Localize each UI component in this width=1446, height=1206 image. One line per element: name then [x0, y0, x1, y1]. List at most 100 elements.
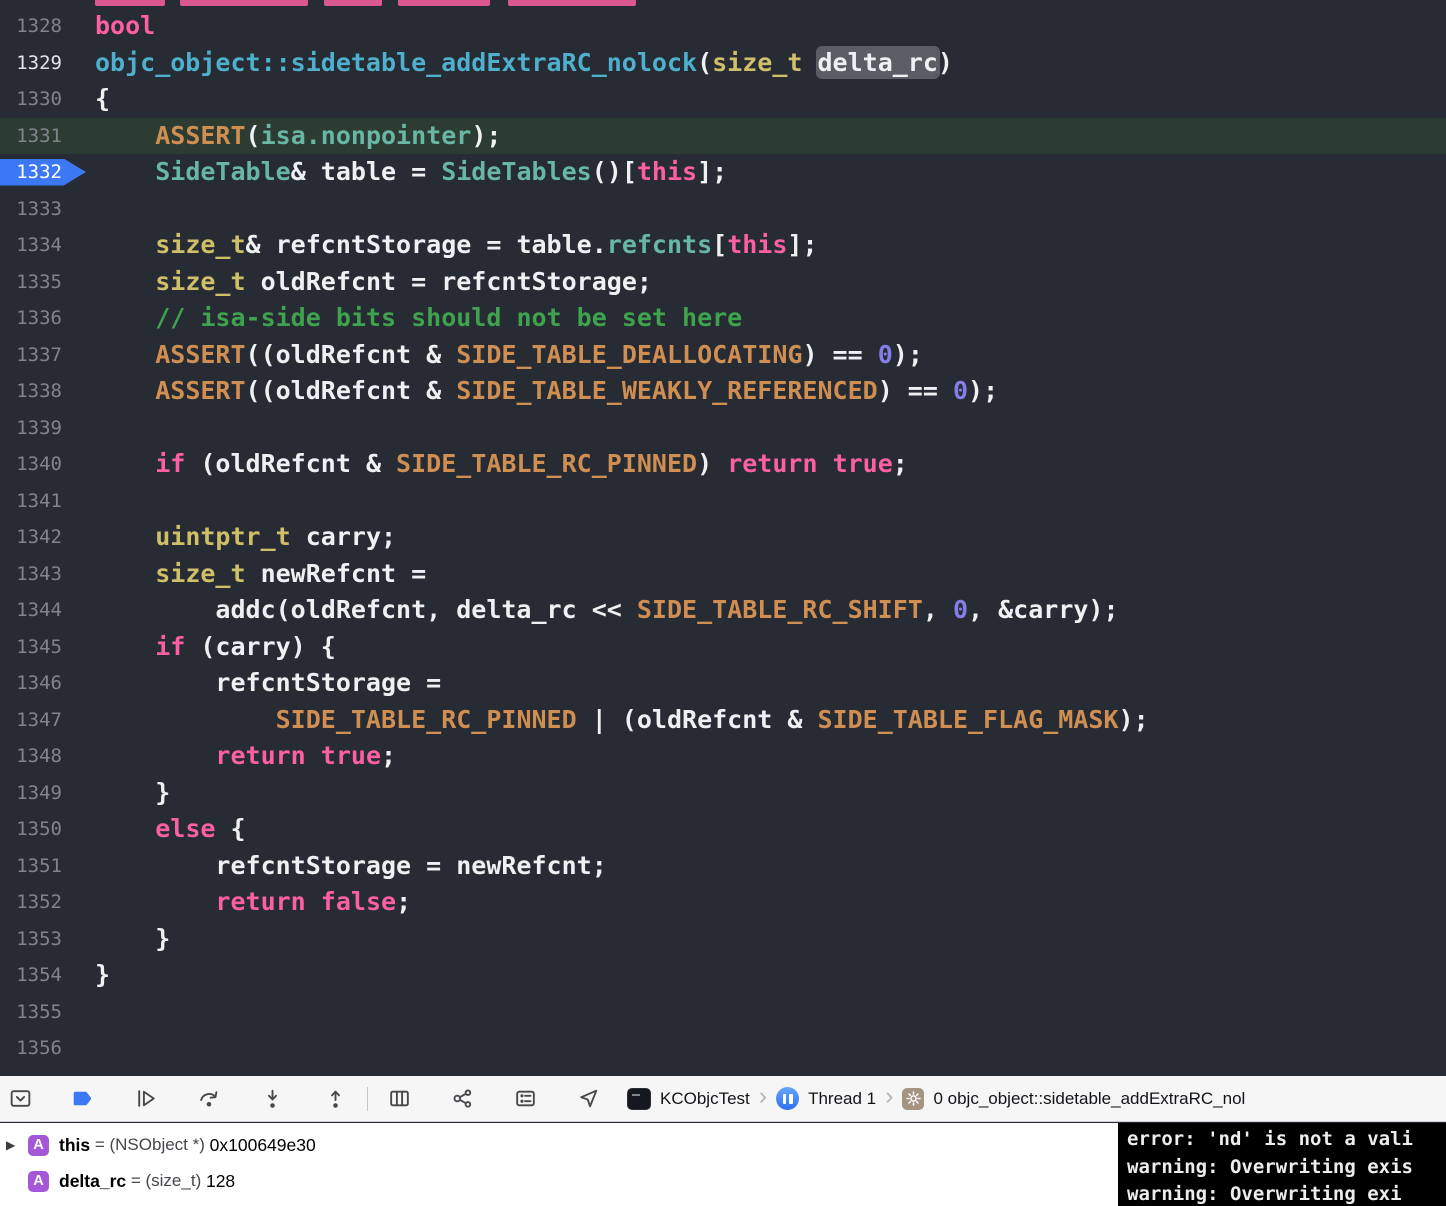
code-line[interactable]: 1330 { — [0, 81, 1446, 118]
line-number[interactable]: 1332 — [0, 154, 62, 191]
simulate-location-icon[interactable] — [576, 1086, 601, 1111]
stack-frame-name[interactable]: 0 objc_object::sidetable_addExtraRC_nol — [933, 1089, 1446, 1109]
code-text: addc(oldRefcnt, delta_rc << SIDE_TABLE_R… — [95, 595, 1119, 624]
line-number[interactable]: 1351 — [0, 848, 62, 885]
code-text: if (carry) { — [155, 631, 336, 661]
code-text: else { — [155, 814, 246, 843]
code-line[interactable]: 1336 // isa-side bits should not be set … — [0, 300, 1446, 337]
line-number[interactable]: 1336 — [0, 300, 62, 337]
code-line[interactable]: 1329 objc_object::sidetable_addExtraRC_no… — [0, 45, 1446, 82]
code-line[interactable]: 1338 ASSERT((oldRefcnt & SIDE_TABLE_WEAK… — [0, 373, 1446, 410]
line-number[interactable]: 1352 — [0, 884, 62, 921]
hide-debug-area-icon[interactable] — [8, 1086, 33, 1111]
code-lines: 1328 bool 1329 objc_object::sidetable_addEx… — [0, 8, 1446, 1067]
code-text: objc_object::sidetable_addExtraRC_nolock… — [95, 47, 953, 77]
line-number[interactable]: 1339 — [0, 410, 62, 447]
thread-name[interactable]: Thread 1 — [808, 1089, 876, 1109]
code-text: refcntStorage = — [95, 668, 442, 697]
line-number[interactable]: 1334 — [0, 227, 62, 264]
code-text: if (oldRefcnt & SIDE_TABLE_RC_PINNED) re… — [155, 449, 908, 478]
stack-frame-icon[interactable] — [902, 1087, 925, 1110]
process-name[interactable]: KCObjcTest — [660, 1089, 750, 1109]
code-line[interactable]: 1351 refcntStorage = newRefcnt; — [0, 848, 1446, 885]
code-line[interactable]: 1344 addc(oldRefcnt, delta_rc << SIDE_TA… — [0, 592, 1446, 629]
line-number[interactable]: 1338 — [0, 373, 62, 410]
line-number[interactable]: 1330 — [0, 81, 62, 118]
code-line[interactable]: 1356 — [0, 1030, 1446, 1067]
clipped-line-remnant — [398, 0, 490, 6]
line-number[interactable]: 1328 — [0, 8, 62, 45]
line-number[interactable]: 1353 — [0, 921, 62, 958]
variable-row[interactable]: ▶Adelta_rc = (size_t) 128 — [0, 1163, 1118, 1199]
code-line[interactable]: 1343 size_t newRefcnt = — [0, 556, 1446, 593]
line-number[interactable]: 1345 — [0, 629, 62, 666]
code-line[interactable]: 1348 return true; — [0, 738, 1446, 775]
code-line[interactable]: 1354} — [0, 957, 1446, 994]
console-line: warning: Overwriting exis — [1127, 1155, 1413, 1178]
code-line[interactable]: 1350 else { — [0, 811, 1446, 848]
line-number[interactable]: 1356 — [0, 1030, 62, 1067]
debug-toolbar: KCObjcTest › Thread 1 › 0 objc_object::s… — [0, 1076, 1446, 1122]
line-number[interactable]: 1333 — [0, 191, 62, 228]
line-number[interactable]: 1337 — [0, 337, 62, 374]
code-line[interactable]: 1334 size_t& refcntStorage = table.refcn… — [0, 227, 1446, 264]
code-line[interactable]: 1342 uintptr_t carry; — [0, 519, 1446, 556]
code-line[interactable]: 1340 if (oldRefcnt & SIDE_TABLE_RC_PINNE… — [0, 446, 1446, 483]
line-number[interactable]: 1335 — [0, 264, 62, 301]
thread-icon[interactable] — [776, 1087, 800, 1110]
line-number[interactable]: 1347 — [0, 702, 62, 739]
line-number[interactable]: 1348 — [0, 738, 62, 775]
code-line[interactable]: 1337 ASSERT((oldRefcnt & SIDE_TABLE_DEAL… — [0, 337, 1446, 374]
code-line[interactable]: 1352 return false; — [0, 884, 1446, 921]
clipped-line-remnant — [324, 0, 382, 6]
console-output[interactable]: error: 'nd' is not a vali warning: Overwr… — [1118, 1123, 1446, 1206]
process-icon[interactable] — [627, 1087, 651, 1110]
disclosure-triangle-icon[interactable]: ▶ — [6, 1138, 28, 1152]
code-line[interactable]: 1331 ASSERT(isa.nonpointer); — [0, 117, 1446, 155]
activate-breakpoints-icon[interactable] — [71, 1086, 96, 1111]
variable-kind-badge: A — [28, 1134, 49, 1156]
environment-overrides-icon[interactable] — [513, 1086, 538, 1111]
code-text: size_t newRefcnt = — [155, 558, 442, 588]
continue-icon[interactable] — [134, 1086, 159, 1111]
code-line[interactable]: 1332 SideTable& table = SideTables()[thi… — [0, 154, 1446, 191]
code-text: SIDE_TABLE_RC_PINNED | (oldRefcnt & SIDE… — [275, 704, 1149, 734]
code-line[interactable]: 1335 size_t oldRefcnt = refcntStorage; — [0, 264, 1446, 301]
variable-value: 0x100649e30 — [209, 1134, 316, 1155]
line-number[interactable]: 1344 — [0, 592, 62, 629]
code-editor[interactable]: 1328 bool 1329 objc_object::sidetable_addEx… — [0, 0, 1446, 1076]
code-line[interactable]: 1349 } — [0, 775, 1446, 812]
clipped-line-remnant — [95, 0, 165, 6]
line-number[interactable]: 1350 — [0, 811, 62, 848]
code-line[interactable]: 1341 — [0, 483, 1446, 520]
variables-view[interactable]: ▶Athis = (NSObject *) 0x100649e30▶Adelta… — [0, 1123, 1118, 1206]
code-text: ASSERT(isa.nonpointer); — [155, 120, 502, 150]
variable-row[interactable]: ▶ Athis = (NSObject *) 0x100649e30 — [0, 1127, 1118, 1163]
debug-memory-graph-icon[interactable] — [450, 1086, 475, 1111]
step-out-icon[interactable] — [323, 1086, 348, 1111]
debug-jump-bar: KCObjcTest › Thread 1 › 0 objc_object::s… — [627, 1084, 1446, 1113]
step-over-icon[interactable] — [197, 1086, 222, 1111]
line-number[interactable]: 1331 — [0, 118, 62, 155]
line-number[interactable]: 1342 — [0, 519, 62, 556]
line-number[interactable]: 1329 — [0, 45, 62, 82]
line-number[interactable]: 1346 — [0, 665, 62, 702]
code-line[interactable]: 1339 — [0, 410, 1446, 447]
line-number[interactable]: 1355 — [0, 994, 62, 1031]
line-number[interactable]: 1340 — [0, 446, 62, 483]
line-number[interactable]: 1341 — [0, 483, 62, 520]
debug-view-hierarchy-icon[interactable] — [387, 1086, 412, 1111]
step-into-icon[interactable] — [260, 1086, 285, 1111]
code-line[interactable]: 1347 SIDE_TABLE_RC_PINNED | (oldRefcnt &… — [0, 702, 1446, 739]
code-line[interactable]: 1346 refcntStorage = — [0, 665, 1446, 702]
line-number[interactable]: 1343 — [0, 556, 62, 593]
code-text: return false; — [215, 887, 412, 916]
code-line[interactable]: 1355 — [0, 994, 1446, 1031]
code-line[interactable]: 1333 — [0, 191, 1446, 228]
code-text: SideTable& table = SideTables()[this]; — [155, 157, 728, 186]
code-line[interactable]: 1353 } — [0, 921, 1446, 958]
line-number[interactable]: 1354 — [0, 957, 62, 994]
line-number[interactable]: 1349 — [0, 775, 62, 812]
code-line[interactable]: 1328 bool — [0, 8, 1446, 45]
code-line[interactable]: 1345 if (carry) { — [0, 629, 1446, 666]
